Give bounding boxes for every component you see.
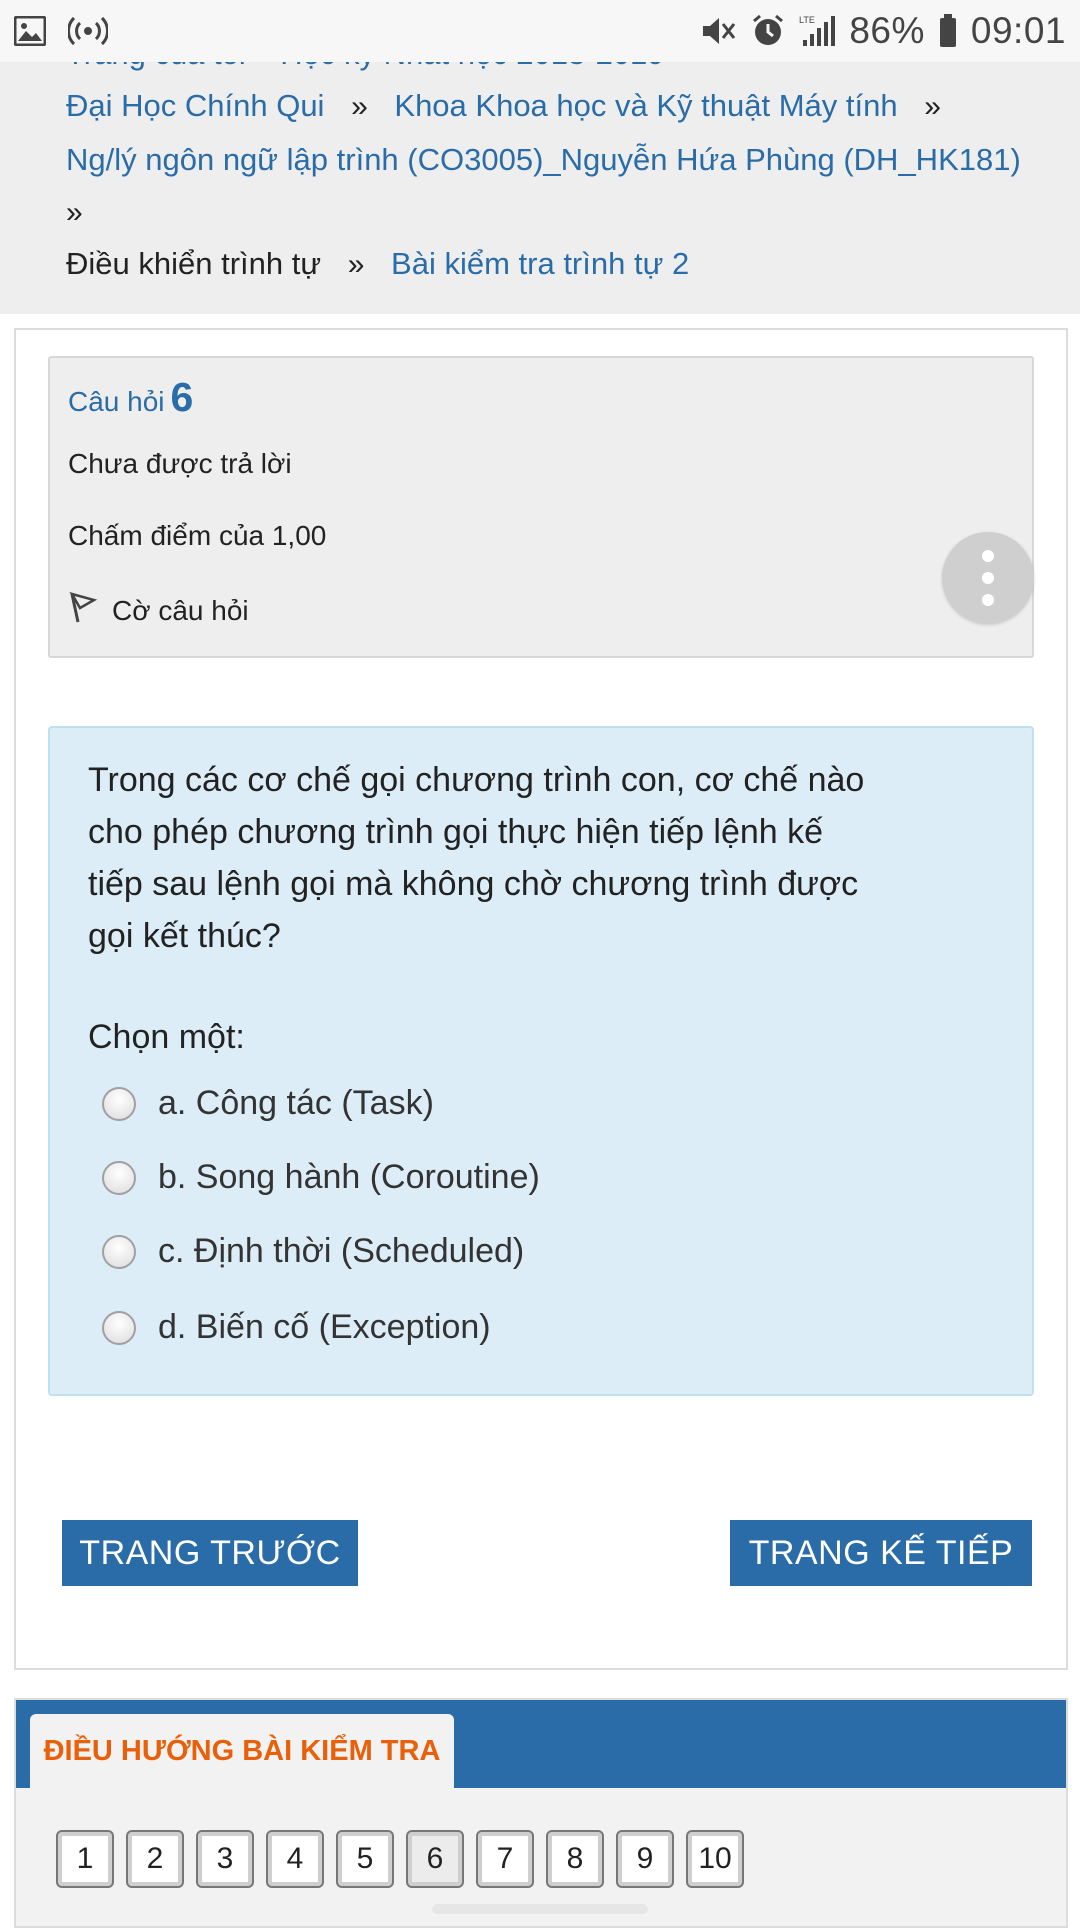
more-options-button[interactable] (942, 532, 1034, 624)
question-text-line: Trong các cơ chế gọi chương trình con, c… (88, 761, 865, 799)
question-box: Trong các cơ chế gọi chương trình con, c… (48, 726, 1034, 1396)
breadcrumb-row-1: Đại Học Chính Qui » Khoa Khoa học và Kỹ … (66, 88, 959, 124)
next-page-button[interactable]: TRANG KẾ TIẾP (730, 1520, 1032, 1586)
image-icon (14, 11, 46, 51)
question-text-line: tiếp sau lệnh gọi mà không chờ chương tr… (88, 865, 859, 903)
scroll-indicator (432, 1904, 648, 1914)
flag-question-link[interactable]: Cờ câu hỏi (68, 590, 249, 631)
quiz-page-button[interactable]: 5 (336, 1830, 394, 1888)
choose-one-label: Chọn một: (88, 1018, 245, 1056)
quiz-page-button[interactable]: 10 (686, 1830, 744, 1888)
breadcrumb-separator: » (924, 90, 941, 123)
hotspot-icon (68, 11, 108, 51)
battery-icon (939, 11, 957, 51)
quiz-navigation-header: ĐIỀU HƯỚNG BÀI KIỂM TRA (16, 1700, 1066, 1788)
clock: 09:01 (970, 10, 1066, 51)
breadcrumb-separator: » (351, 90, 368, 123)
battery-percent: 86% (849, 10, 925, 51)
quiz-page-button[interactable]: 9 (616, 1830, 674, 1888)
alarm-icon (751, 11, 785, 51)
radio-button[interactable] (102, 1234, 136, 1269)
dot-icon (982, 594, 994, 606)
quiz-page-button[interactable]: 4 (266, 1830, 324, 1888)
mute-icon (701, 11, 737, 51)
question-text: Trong các cơ chế gọi chương trình con, c… (88, 754, 988, 962)
answer-option-label[interactable]: b. Song hành (Coroutine) (158, 1158, 540, 1197)
breadcrumb-section: Điều khiển trình tự (66, 246, 322, 281)
status-bar: LTE 86% 09:01 (0, 0, 1080, 62)
question-number: Câu hỏi 6 (68, 374, 193, 421)
question-card: Câu hỏi 6 Chưa được trả lời Chấm điểm của… (14, 328, 1068, 1670)
quiz-page-button[interactable]: 3 (196, 1830, 254, 1888)
quiz-page-button[interactable]: 8 (546, 1830, 604, 1888)
question-number-value: 6 (170, 374, 194, 420)
quiz-page-buttons: 1 2 3 4 5 6 7 8 9 10 (56, 1830, 744, 1888)
dot-icon (982, 572, 994, 584)
breadcrumb-row-2: Ng/lý ngôn ngữ lập trình (CO3005)_Nguyễn… (66, 142, 1021, 178)
answer-option-label[interactable]: d. Biến cố (Exception) (158, 1308, 491, 1347)
quiz-navigation-block: ĐIỀU HƯỚNG BÀI KIỂM TRA 1 2 3 4 5 6 7 8 … (14, 1698, 1068, 1928)
radio-button[interactable] (102, 1086, 136, 1121)
breadcrumb: Trang của tôi » Học kỳ Nhất học 2018-201… (0, 62, 1080, 314)
question-text-line: cho phép chương trình gọi thực hiện tiếp… (88, 813, 824, 851)
svg-text:LTE: LTE (799, 15, 815, 25)
answer-option-label[interactable]: c. Định thời (Scheduled) (158, 1232, 524, 1271)
breadcrumb-link-khoa[interactable]: Khoa Khoa học và Kỹ thuật Máy tính (394, 88, 897, 123)
previous-page-button[interactable]: TRANG TRƯỚC (62, 1520, 358, 1586)
question-text-line: gọi kết thúc? (88, 917, 281, 955)
answer-option-d[interactable]: d. Biến cố (Exception) (102, 1308, 491, 1347)
quiz-page-button-current[interactable]: 6 (406, 1830, 464, 1888)
question-info-panel: Câu hỏi 6 Chưa được trả lời Chấm điểm của… (48, 356, 1034, 658)
question-state: Chưa được trả lời (68, 448, 292, 479)
radio-button[interactable] (102, 1310, 136, 1345)
quiz-page-button[interactable]: 2 (126, 1830, 184, 1888)
breadcrumb-cut-line[interactable]: Trang của tôi » Học kỳ Nhất học 2018-201… (66, 62, 690, 72)
breadcrumb-link-quiz[interactable]: Bài kiểm tra trình tự 2 (391, 246, 689, 281)
question-label: Câu hỏi (68, 386, 165, 417)
radio-button[interactable] (102, 1160, 136, 1195)
flag-icon (68, 590, 98, 631)
breadcrumb-link-dai-hoc[interactable]: Đại Học Chính Qui (66, 88, 324, 123)
answer-option-b[interactable]: b. Song hành (Coroutine) (102, 1158, 540, 1197)
question-mark: Chấm điểm của 1,00 (68, 520, 327, 551)
quiz-page-button[interactable]: 7 (476, 1830, 534, 1888)
flag-label: Cờ câu hỏi (112, 594, 249, 626)
breadcrumb-separator: » (347, 248, 365, 281)
breadcrumb-link-course[interactable]: Ng/lý ngôn ngữ lập trình (CO3005)_Nguyễn… (66, 142, 1021, 177)
breadcrumb-row-3: » (66, 194, 101, 230)
quiz-page-button[interactable]: 1 (56, 1830, 114, 1888)
answer-option-label[interactable]: a. Công tác (Task) (158, 1084, 434, 1123)
breadcrumb-separator: » (66, 196, 83, 229)
quiz-navigation-title[interactable]: ĐIỀU HƯỚNG BÀI KIỂM TRA (30, 1714, 454, 1788)
dot-icon (982, 550, 994, 562)
answer-option-c[interactable]: c. Định thời (Scheduled) (102, 1232, 524, 1271)
signal-icon: LTE (799, 11, 836, 51)
breadcrumb-row-4: Điều khiển trình tự » Bài kiểm tra trình… (66, 246, 689, 282)
answer-option-a[interactable]: a. Công tác (Task) (102, 1084, 434, 1123)
